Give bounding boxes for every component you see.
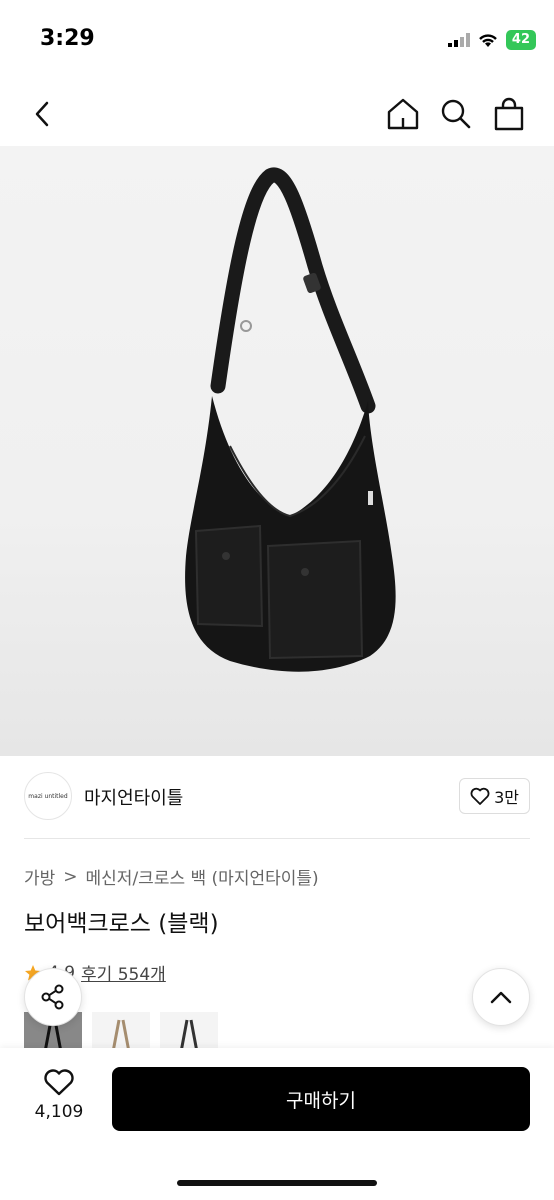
bag-thumbnail-icon bbox=[179, 1019, 199, 1052]
heart-icon bbox=[44, 1069, 74, 1096]
wishlist-button[interactable]: 4,109 bbox=[28, 1068, 90, 1122]
shopping-bag-icon bbox=[494, 97, 524, 131]
breadcrumb: 가방 > 메신저/크로스 백 (마지언타이틀) bbox=[24, 864, 319, 890]
top-nav bbox=[0, 80, 554, 146]
brand-logo-text: mazi untitled bbox=[28, 792, 68, 800]
share-button[interactable] bbox=[24, 968, 82, 1026]
chevron-up-icon bbox=[490, 991, 512, 1004]
wifi-icon bbox=[479, 33, 497, 47]
buy-button[interactable]: 구매하기 bbox=[112, 1067, 530, 1131]
reviews-link[interactable]: 후기 554개 bbox=[81, 960, 166, 985]
breadcrumb-separator: > bbox=[63, 866, 78, 887]
home-button[interactable] bbox=[381, 92, 425, 136]
brand-row: mazi untitled 마지언타이틀 3만 bbox=[24, 772, 530, 824]
brand-logo[interactable]: mazi untitled bbox=[24, 772, 72, 820]
divider bbox=[24, 838, 530, 839]
crossbody-bag-image bbox=[185, 167, 396, 672]
product-image[interactable] bbox=[0, 146, 554, 756]
thumbnail-beige[interactable] bbox=[92, 1012, 150, 1052]
battery-indicator: 42 bbox=[505, 30, 536, 50]
bag-thumbnail-icon bbox=[111, 1019, 131, 1052]
search-button[interactable] bbox=[434, 92, 478, 136]
status-bar: 3:29 42 bbox=[0, 0, 554, 80]
status-time: 3:29 bbox=[40, 26, 95, 51]
status-icons: 42 bbox=[447, 30, 536, 50]
scroll-top-button[interactable] bbox=[472, 968, 530, 1026]
product-title: 보어백크로스 (블랙) bbox=[24, 911, 219, 937]
bottom-action-bar: 4,109 구매하기 bbox=[0, 1048, 554, 1200]
home-icon bbox=[387, 98, 419, 130]
chevron-left-icon bbox=[35, 101, 49, 127]
signal-icon bbox=[447, 33, 470, 47]
home-indicator bbox=[177, 1180, 377, 1186]
cart-button[interactable] bbox=[487, 92, 531, 136]
brand-like-button[interactable]: 3만 bbox=[459, 778, 530, 814]
heart-icon bbox=[470, 787, 490, 805]
share-icon bbox=[41, 984, 64, 1010]
wishlist-count: 4,109 bbox=[34, 1102, 84, 1122]
breadcrumb-level2[interactable]: 메신저/크로스 백 (마지언타이틀) bbox=[86, 864, 319, 889]
thumbnail-white[interactable] bbox=[160, 1012, 218, 1052]
breadcrumb-level1[interactable]: 가방 bbox=[24, 864, 55, 889]
brand-like-count: 3만 bbox=[494, 788, 519, 807]
back-button[interactable] bbox=[20, 92, 64, 136]
search-icon bbox=[441, 99, 471, 129]
brand-name[interactable]: 마지언타이틀 bbox=[84, 784, 183, 810]
